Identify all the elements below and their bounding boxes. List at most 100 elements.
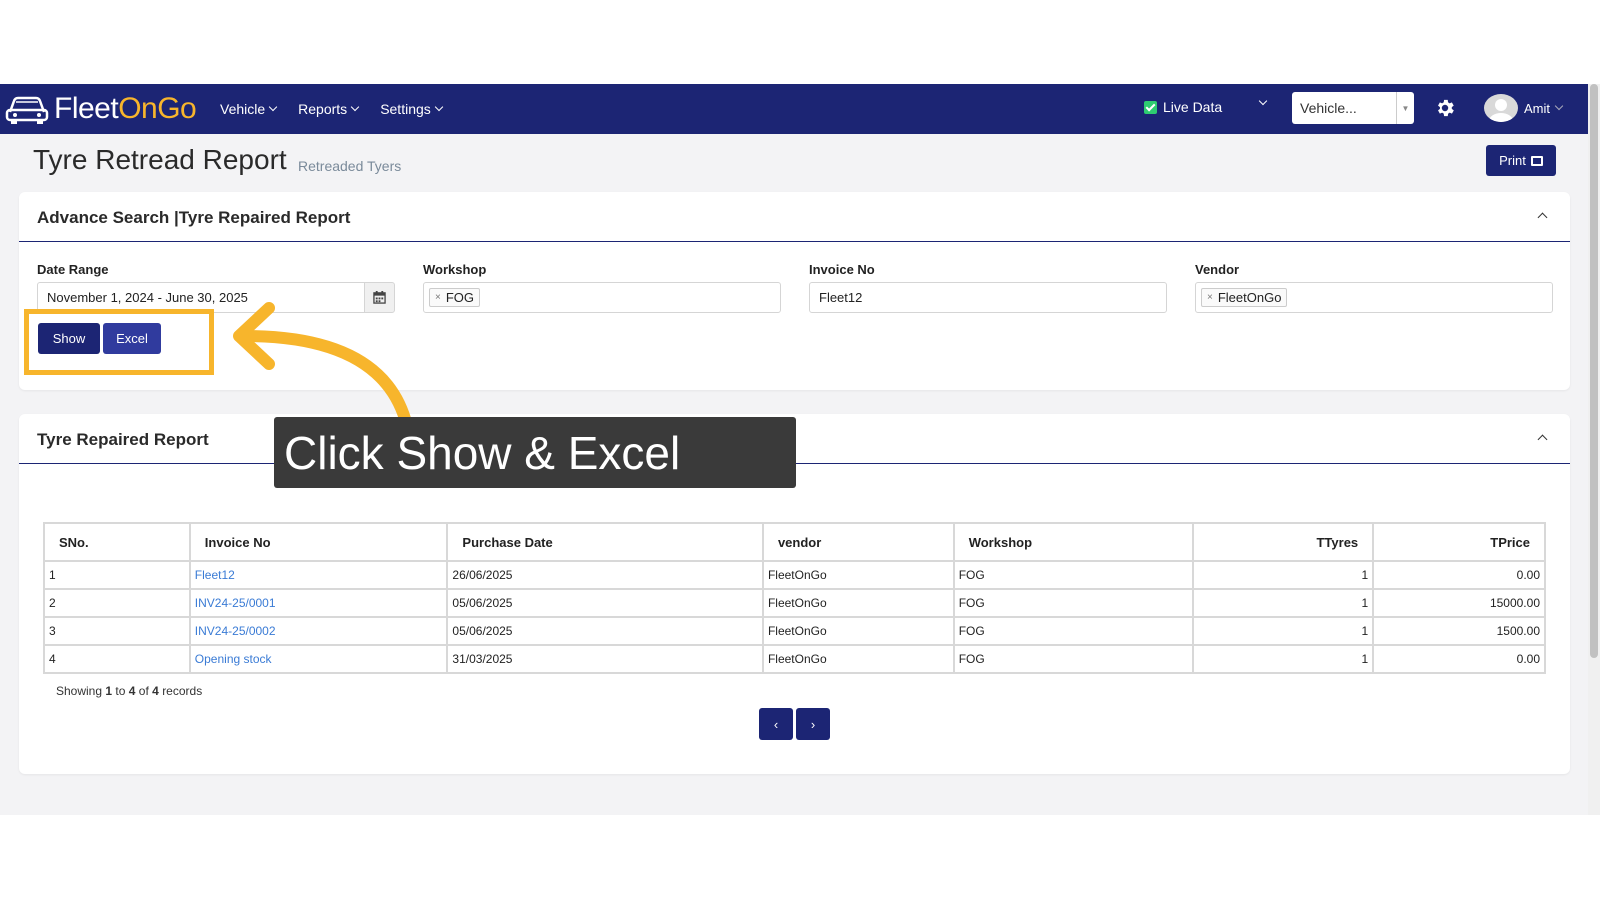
cell-ttyres: 1 [1192,588,1375,618]
live-data-dropdown-icon[interactable] [1258,96,1268,106]
chevron-down-icon [1554,101,1564,111]
report-table: SNo. Invoice No Purchase Date vendor Wor… [43,522,1546,674]
column-header-tprice[interactable]: TPrice [1372,522,1546,562]
cell-workshop: FOG [952,560,1195,590]
column-header-invoice[interactable]: Invoice No [188,522,449,562]
invoice-input[interactable]: Fleet12 [809,282,1167,313]
menu-reports-label: Reports [298,101,348,117]
prev-page-button[interactable]: ‹ [759,708,793,740]
gear-icon[interactable] [1434,97,1456,119]
cell-tprice: 0.00 [1372,644,1546,674]
highlight-box [24,309,214,375]
menu-reports[interactable]: Reports [298,101,360,117]
cell-tprice: 0.00 [1372,560,1546,590]
vendor-tag-label: FleetOnGo [1217,290,1282,305]
cell-workshop: FOG [952,644,1195,674]
page-subtitle: Retreaded Tyers [298,158,402,174]
cell-vendor: FleetOnGo [761,560,955,590]
vendor-select[interactable]: × FleetOnGo [1195,282,1553,313]
cell-tprice: 1500.00 [1372,616,1546,646]
logo-text: FleetOnGo [54,92,197,126]
cell-date: 05/06/2025 [446,616,764,646]
menu-vehicle[interactable]: Vehicle [220,101,278,117]
menu-settings[interactable]: Settings [380,101,444,117]
table-row: 4 Opening stock 31/03/2025 FleetOnGo FOG… [43,644,1546,674]
fleetongo-logo[interactable]: FleetOnGo [4,90,197,128]
next-page-button[interactable]: › [796,708,830,740]
workshop-select[interactable]: × FOG [423,282,781,313]
cell-ttyres: 1 [1192,644,1375,674]
scrollbar-thumb[interactable] [1590,84,1598,658]
invoice-link[interactable]: INV24-25/0001 [195,596,276,610]
cell-sno: 3 [43,616,191,646]
invoice-link[interactable]: Fleet12 [195,568,235,582]
cell-date: 31/03/2025 [446,644,764,674]
cell-invoice: INV24-25/0002 [188,616,449,646]
curved-arrow-icon [233,302,413,432]
user-name: Amit [1524,100,1550,116]
remove-tag-icon[interactable]: × [435,292,441,303]
invoice-value: Fleet12 [819,290,863,305]
cell-invoice: Opening stock [188,644,449,674]
date-range-label: Date Range [37,262,109,277]
invoice-link[interactable]: Opening stock [195,652,272,666]
vehicle-select[interactable]: Vehicle... ▼ [1292,92,1414,124]
summary-suffix: records [162,684,203,698]
summary-total: 4 [152,684,159,698]
chevron-up-icon[interactable] [1537,434,1548,445]
cell-workshop: FOG [952,616,1195,646]
logo-text-fleet: Fleet [54,92,119,125]
cell-date: 26/06/2025 [446,560,764,590]
column-header-date[interactable]: Purchase Date [446,522,764,562]
live-data-label: Live Data [1163,99,1223,115]
cell-sno: 1 [43,560,191,590]
cell-date: 05/06/2025 [446,588,764,618]
car-logo-icon [5,96,49,124]
vehicle-select-value: Vehicle... [1300,100,1357,116]
cell-workshop: FOG [952,588,1195,618]
records-summary: Showing 1 to 4 of 4 records [56,684,202,698]
logo-text-ongo: OnGo [118,92,197,125]
summary-to: 4 [128,684,136,698]
main-menu: Vehicle Reports Settings [220,84,444,134]
table-row: 2 INV24-25/0001 05/06/2025 FleetOnGo FOG… [43,588,1546,618]
cell-sno: 4 [43,644,191,674]
printer-icon [1530,155,1543,166]
vendor-tag[interactable]: × FleetOnGo [1201,288,1288,307]
cell-vendor: FleetOnGo [761,616,955,646]
select-caret-icon: ▼ [1396,92,1414,124]
cell-ttyres: 1 [1192,560,1375,590]
cell-invoice: Fleet12 [188,560,449,590]
workshop-tag[interactable]: × FOG [429,288,481,307]
print-button[interactable]: Print [1486,145,1556,176]
summary-prefix: Showing [56,684,103,698]
live-data-toggle[interactable]: Live Data [1144,99,1222,115]
column-header-ttyres[interactable]: TTyres [1192,522,1375,562]
cell-vendor: FleetOnGo [761,588,955,618]
workshop-tag-label: FOG [445,290,475,305]
user-menu[interactable]: Amit [1484,94,1564,122]
table-header-row: SNo. Invoice No Purchase Date vendor Wor… [43,522,1546,562]
column-header-sno[interactable]: SNo. [43,522,191,562]
cell-tprice: 15000.00 [1372,588,1546,618]
invoice-link[interactable]: INV24-25/0002 [195,624,276,638]
chevron-down-icon [434,102,444,112]
advance-search-header: Advance Search |Tyre Repaired Report [19,192,1570,242]
cell-sno: 2 [43,588,191,618]
column-header-vendor[interactable]: vendor [761,522,955,562]
summary-of-word: of [138,684,149,698]
menu-settings-label: Settings [380,101,431,117]
top-navbar: FleetOnGo Vehicle Reports Settings Live … [0,84,1588,134]
table-row: 3 INV24-25/0002 05/06/2025 FleetOnGo FOG… [43,616,1546,646]
avatar [1484,94,1518,122]
table-row: 1 Fleet12 26/06/2025 FleetOnGo FOG 1 0.0… [43,560,1546,590]
invoice-label: Invoice No [809,262,875,277]
chevron-up-icon[interactable] [1537,212,1548,223]
instruction-callout: Click Show & Excel [274,417,796,488]
remove-tag-icon[interactable]: × [1207,292,1213,303]
column-header-workshop[interactable]: Workshop [952,522,1195,562]
print-label: Print [1499,153,1526,168]
page-title: Tyre Retread Report [33,144,287,175]
live-data-checkbox[interactable] [1144,100,1157,114]
summary-to-word: to [115,684,126,698]
